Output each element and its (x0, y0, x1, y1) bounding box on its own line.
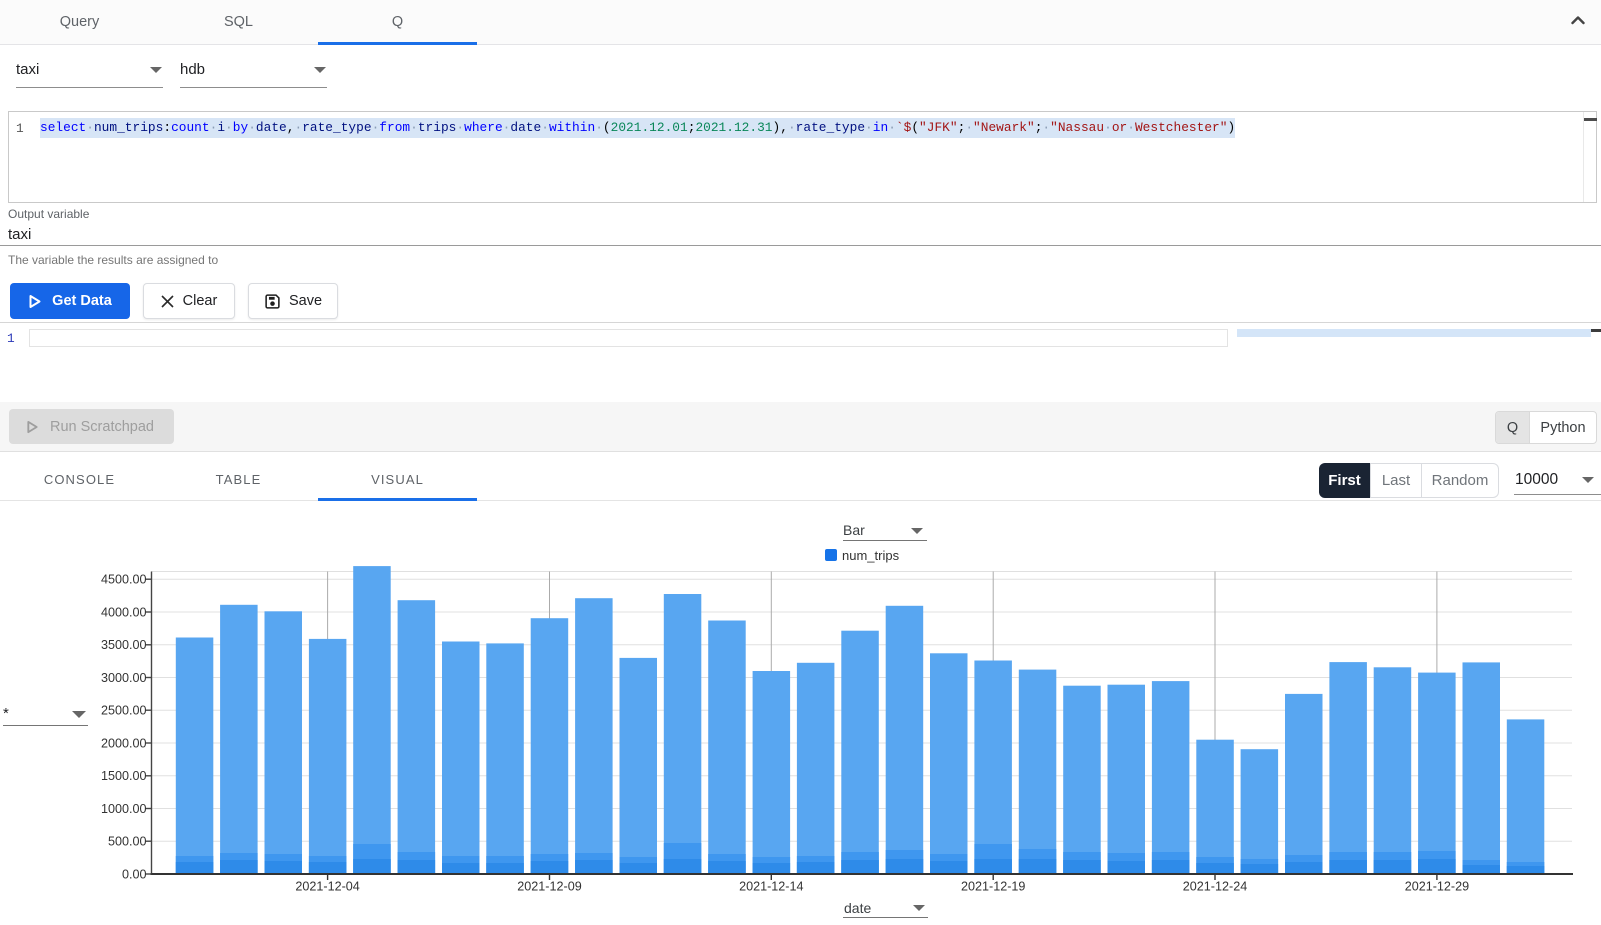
svg-text:1000.00: 1000.00 (101, 802, 147, 816)
svg-text:3000.00: 3000.00 (101, 671, 147, 685)
svg-text:500.00: 500.00 (108, 835, 147, 849)
svg-text:2021-12-29: 2021-12-29 (1405, 880, 1469, 894)
svg-text:2021-12-04: 2021-12-04 (295, 880, 359, 894)
svg-text:2021-12-14: 2021-12-14 (739, 880, 803, 894)
svg-text:1500.00: 1500.00 (101, 769, 147, 783)
svg-text:2021-12-09: 2021-12-09 (517, 880, 581, 894)
svg-text:2021-12-24: 2021-12-24 (1183, 880, 1247, 894)
svg-text:4500.00: 4500.00 (101, 573, 147, 587)
svg-text:3500.00: 3500.00 (101, 638, 147, 652)
svg-text:0.00: 0.00 (122, 867, 147, 881)
svg-text:2500.00: 2500.00 (101, 704, 147, 718)
svg-text:4000.00: 4000.00 (101, 605, 147, 619)
svg-text:2021-12-19: 2021-12-19 (961, 880, 1025, 894)
svg-text:2000.00: 2000.00 (101, 736, 147, 750)
